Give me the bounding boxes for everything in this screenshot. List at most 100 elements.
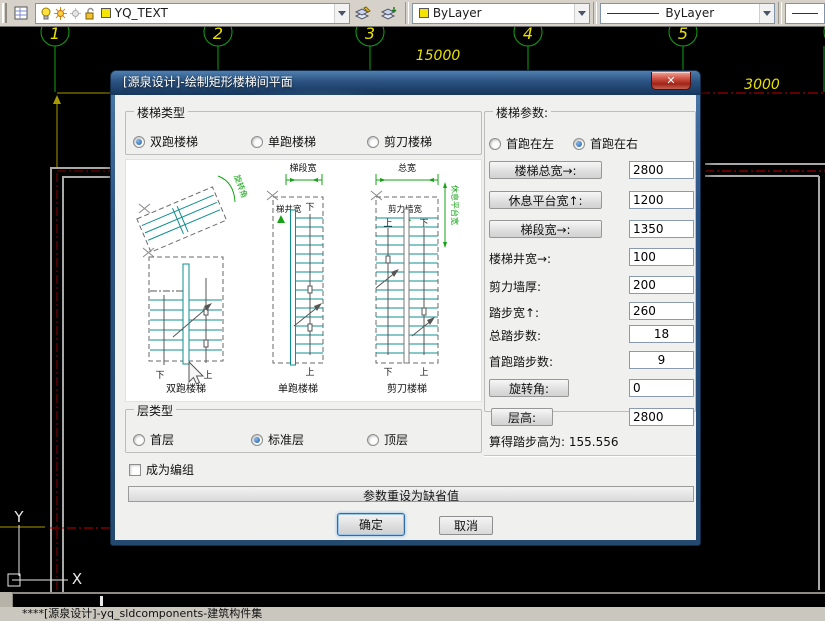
layers-pencil-icon <box>354 5 372 21</box>
floor-height-button[interactable]: 层高: <box>491 408 553 426</box>
radio-first-floor[interactable]: 首层 <box>133 431 174 448</box>
layer-manager-button[interactable] <box>9 2 35 25</box>
ucs-icon <box>8 525 68 586</box>
down-label: 下 <box>419 219 428 229</box>
first-run-steps-input[interactable] <box>629 351 694 369</box>
svg-text:4: 4 <box>523 27 533 43</box>
make-layer-current-button[interactable] <box>350 2 376 25</box>
radio-scissor-stair[interactable]: 剪刀楼梯 <box>367 133 432 150</box>
linetype-dropdown-arrow-icon[interactable] <box>759 4 774 23</box>
total-steps-label: 总踏步数: <box>489 327 541 344</box>
toolbar-separator <box>405 2 409 24</box>
platform-width-button[interactable]: 休息平台宽↑: <box>489 191 602 209</box>
rotate-angle-input[interactable] <box>629 379 694 397</box>
layer-color-swatch <box>101 8 111 18</box>
linetype-value: ByLayer <box>665 6 714 20</box>
color-dropdown-arrow-icon[interactable] <box>574 4 589 23</box>
scissor-caption: 剪刀楼梯 <box>387 382 427 395</box>
statusbar: ****[源泉设计]-yq_sldcomponents-建筑构件集 <box>0 607 825 621</box>
total-steps-input[interactable] <box>629 325 694 343</box>
radio-double-run-stair[interactable]: 双跑楼梯 <box>133 133 198 150</box>
layer-previous-button[interactable] <box>376 2 402 25</box>
cancel-button[interactable]: 取消 <box>439 516 493 535</box>
grid-bubble-numbers: 1 2 3 4 5 6 <box>50 27 825 43</box>
total-width-input[interactable] <box>629 161 694 179</box>
total-width-button[interactable]: 楼梯总宽→: <box>489 161 602 179</box>
flight-width-button[interactable]: 梯段宽→: <box>489 220 602 238</box>
radio-top-floor[interactable]: 顶层 <box>367 431 408 448</box>
statusbar-grip[interactable] <box>0 592 13 607</box>
radio-single-run-stair[interactable]: 单跑楼梯 <box>251 133 316 150</box>
close-button[interactable]: ✕ <box>651 72 691 90</box>
svg-text:1: 1 <box>50 27 60 43</box>
rotate-angle-button[interactable]: 旋转角: <box>489 379 569 397</box>
reset-defaults-button[interactable]: 参数重设为缺省值 <box>128 486 694 502</box>
lower-dimension <box>0 527 112 528</box>
radio-first-run-right[interactable]: 首跑在右 <box>573 135 638 152</box>
shear-wall-thickness-label: 剪力墙厚: <box>489 278 541 295</box>
well-width-input[interactable] <box>629 248 694 266</box>
radio-button <box>133 434 145 446</box>
down-label: 下 <box>155 371 164 381</box>
up-label: 上 <box>305 367 314 378</box>
rotate-angle-label: 旋转角 <box>232 173 250 199</box>
diagram-scissor: 总宽 休息平台宽 剪力墙宽 上 下 <box>371 162 460 395</box>
floor-height-input[interactable] <box>629 408 694 426</box>
radio-button <box>573 138 585 150</box>
ucs-x-label: X <box>72 570 82 588</box>
radio-button <box>251 136 263 148</box>
toolbar-grip[interactable] <box>2 3 7 23</box>
layer-thaw-sun-icon <box>54 7 67 20</box>
first-run-steps-label: 首跑踏步数: <box>489 353 553 370</box>
stair-dialog-window: [源泉设计]-绘制矩形楼梯间平面 ✕ 楼梯类型 双跑楼梯 单跑楼梯 剪刀楼梯 <box>110 70 701 546</box>
layer-dropdown-arrow-icon[interactable] <box>334 4 349 23</box>
separator <box>484 455 696 456</box>
svg-text:3: 3 <box>365 27 375 43</box>
stair-diagram-panel: 旋转角 下 上 双跑楼梯 <box>125 159 482 402</box>
radio-button <box>251 434 263 446</box>
floor-type-group-label: 层类型 <box>134 402 176 419</box>
linetype-select[interactable]: ByLayer <box>600 3 775 24</box>
up-label: 上 <box>419 367 428 378</box>
tread-width-input[interactable] <box>629 302 694 320</box>
diagram-double-run: 旋转角 下 上 双跑楼梯 <box>137 173 250 395</box>
platform-width-label: 休息平台宽 <box>450 185 460 225</box>
color-value: ByLayer <box>433 6 482 20</box>
computed-step-height: 算得踏步高为: 155.556 <box>489 433 618 450</box>
color-swatch <box>419 8 429 18</box>
linetype-sample <box>607 13 659 14</box>
radio-button <box>367 434 379 446</box>
diagram-single-run: 梯段宽 梯井宽 下 上 单跑楼梯 <box>267 162 323 395</box>
layer-unlock-icon <box>84 7 97 20</box>
toolbar: YQ_TEXT ByLayer ByLayer <box>0 0 825 27</box>
mouse-cursor-icon <box>189 362 203 384</box>
ok-button[interactable]: 确定 <box>337 513 405 536</box>
svg-text:2: 2 <box>213 27 223 43</box>
svg-text:5: 5 <box>678 27 688 43</box>
layer-name: YQ_TEXT <box>115 6 168 20</box>
toolbar-separator <box>778 2 782 24</box>
dialog-titlebar[interactable]: [源泉设计]-绘制矩形楼梯间平面 <box>111 71 700 95</box>
checkbox <box>129 464 141 476</box>
well-width-label: 梯井宽 <box>276 204 302 215</box>
statusbar-text: ****[源泉设计]-yq_sldcomponents-建筑构件集 <box>22 607 262 620</box>
shear-wall-thickness-input[interactable] <box>629 276 694 294</box>
dialog-title: [源泉设计]-绘制矩形楼梯间平面 <box>123 75 293 89</box>
single-run-caption: 单跑楼梯 <box>278 382 318 395</box>
flight-width-label: 梯段宽 <box>289 162 316 174</box>
dimension-3000: 3000 <box>744 77 780 93</box>
layer-manager-icon <box>13 5 31 21</box>
radio-first-run-left[interactable]: 首跑在左 <box>489 135 554 152</box>
dialog-client-area: 楼梯类型 双跑楼梯 单跑楼梯 剪刀楼梯 <box>115 95 696 540</box>
stair-type-group-label: 楼梯类型 <box>134 104 188 121</box>
well-width-label: 楼梯井宽→: <box>489 250 551 267</box>
color-select[interactable]: ByLayer <box>412 3 591 24</box>
dimension-15000: 15000 <box>416 48 461 64</box>
flight-width-input[interactable] <box>629 220 694 238</box>
radio-standard-floor[interactable]: 标准层 <box>251 431 304 448</box>
make-group-checkbox[interactable]: 成为编组 <box>129 461 194 478</box>
command-line-area[interactable] <box>0 592 825 607</box>
lineweight-select-partial[interactable] <box>785 3 825 24</box>
layer-select[interactable]: YQ_TEXT <box>35 3 350 24</box>
platform-width-input[interactable] <box>629 191 694 209</box>
